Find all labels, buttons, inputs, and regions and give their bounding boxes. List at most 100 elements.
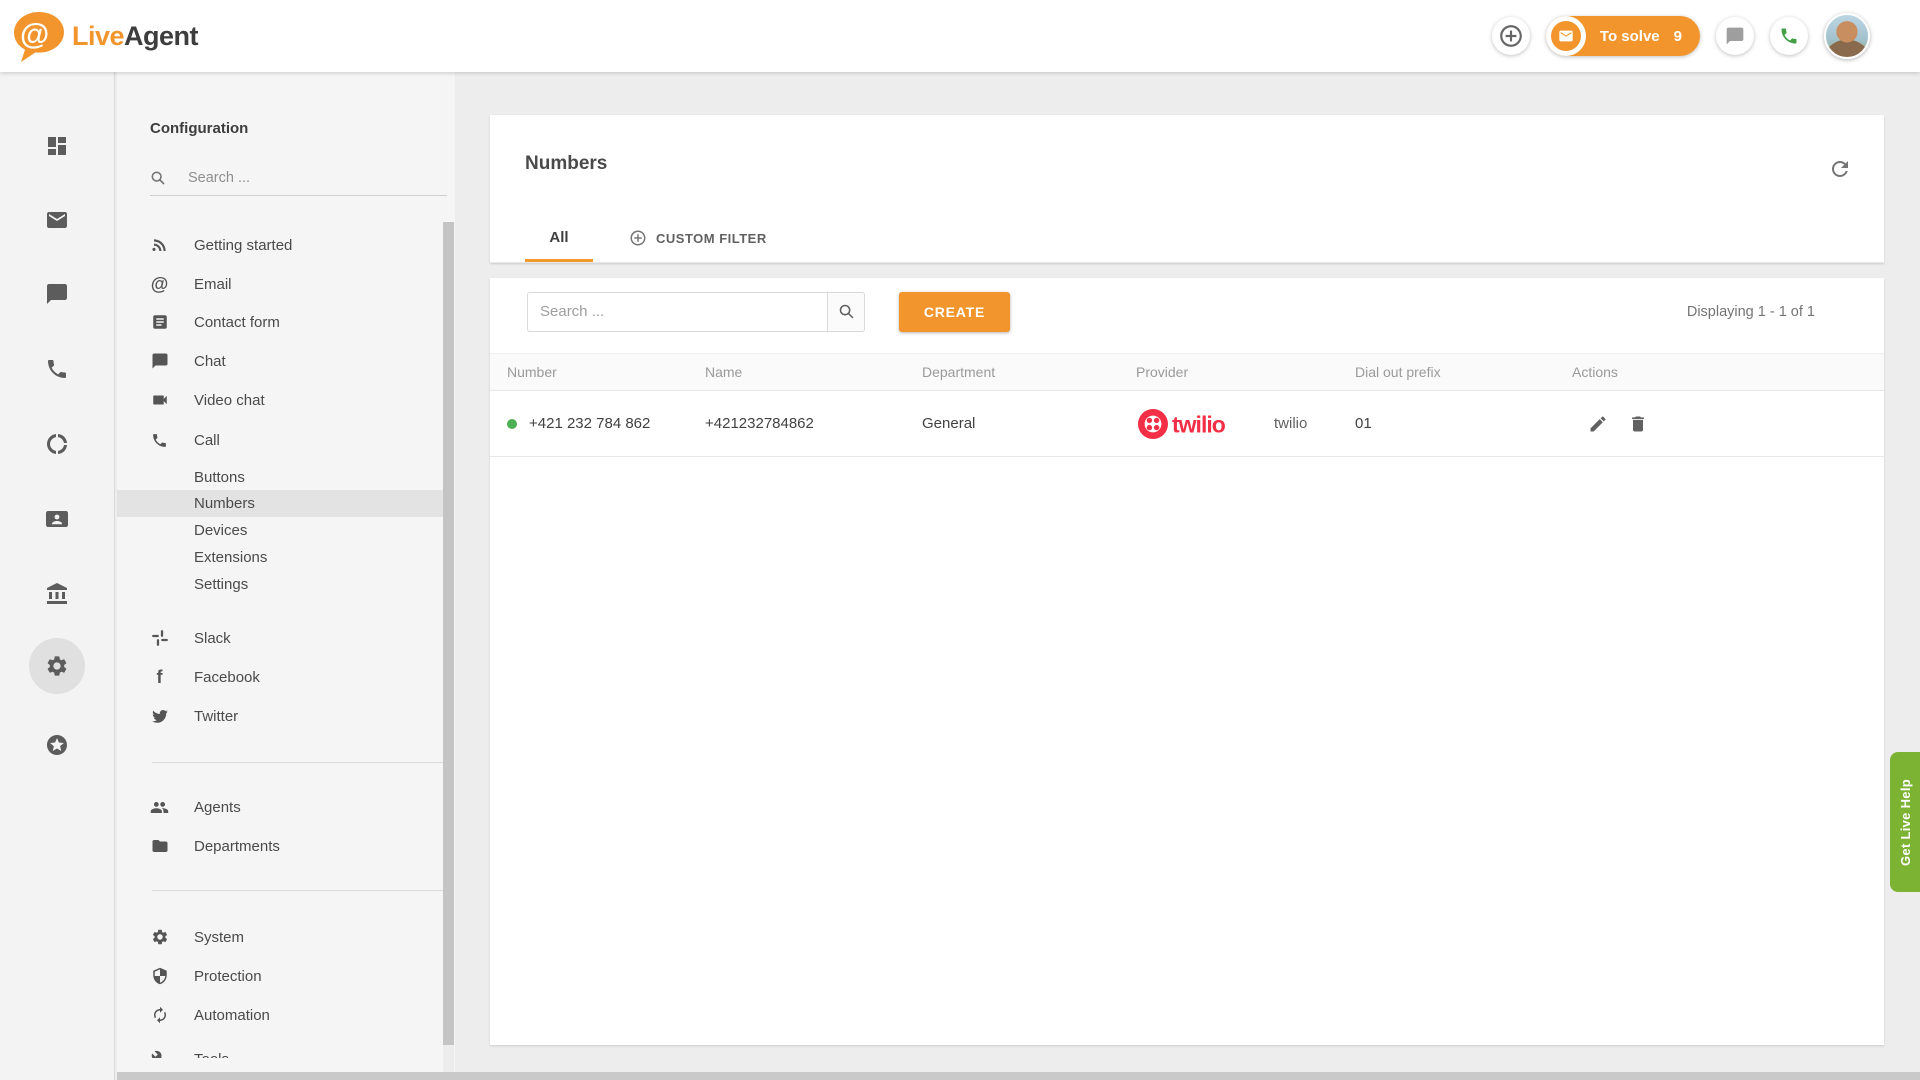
create-button[interactable]: CREATE <box>899 292 1010 332</box>
column-header-dial-out-prefix[interactable]: Dial out prefix <box>1355 364 1572 380</box>
rail-item-configuration[interactable] <box>0 642 114 690</box>
liveagent-logo[interactable]: @ LiveAgent <box>10 7 198 65</box>
sidebar-item-label: Contact form <box>194 314 280 331</box>
sidebar-item-label: Departments <box>194 838 280 855</box>
donut-chart-icon <box>45 432 69 456</box>
sidebar-item-departments[interactable]: Departments <box>117 827 443 865</box>
trash-icon <box>1628 414 1648 434</box>
sidebar-item-label: Twitter <box>194 708 238 725</box>
slack-icon <box>150 629 169 647</box>
phone-icon <box>45 357 69 381</box>
edit-button[interactable] <box>1588 414 1608 434</box>
twilio-wordmark: twilio <box>1172 411 1226 437</box>
rail-item-contacts[interactable] <box>0 495 114 543</box>
column-header-department[interactable]: Department <box>922 364 1136 380</box>
phone-icon <box>1779 26 1799 46</box>
sidebar-item-getting-started[interactable]: Getting started <box>117 226 443 264</box>
to-solve-button[interactable]: To solve 9 <box>1546 16 1700 56</box>
sidebar-item-label: Tools <box>194 1051 229 1059</box>
chat-icon <box>45 282 69 306</box>
column-header-name[interactable]: Name <box>705 364 922 380</box>
sidebar-item-twitter[interactable]: Twitter <box>117 697 443 735</box>
folder-icon <box>150 837 169 855</box>
brand-agent: Agent <box>124 21 198 51</box>
sidebar-item-email[interactable]: @ Email <box>117 265 443 303</box>
sidebar-item-label: Agents <box>194 799 241 816</box>
brand-live: Live <box>72 21 124 51</box>
email-icon <box>45 208 69 232</box>
sidebar-scrollbar-thumb[interactable] <box>443 222 454 1045</box>
rail-item-chats[interactable] <box>0 270 114 318</box>
tab-bar: All CUSTOM FILTER <box>525 217 773 263</box>
rail-item-gamification[interactable] <box>0 721 114 769</box>
sidebar-item-buttons[interactable]: Buttons <box>117 464 443 491</box>
phone-icon <box>150 432 169 449</box>
rail-item-reports[interactable] <box>0 420 114 468</box>
column-header-actions: Actions <box>1572 364 1884 380</box>
sidebar-item-slack[interactable]: Slack <box>117 619 443 657</box>
table-toolbar: CREATE Displaying 1 - 1 of 1 <box>527 291 1849 332</box>
sidebar-item-automation[interactable]: Automation <box>117 996 443 1034</box>
to-solve-count: 9 <box>1674 28 1682 45</box>
bank-icon <box>45 582 69 606</box>
sidebar-item-system[interactable]: System <box>117 918 443 956</box>
table-search-input[interactable] <box>527 292 827 332</box>
provider-name: twilio <box>1274 415 1307 432</box>
actions-cell <box>1572 414 1884 434</box>
rail-item-dashboard[interactable] <box>0 122 114 170</box>
sidebar-item-label: Extensions <box>194 549 267 566</box>
calls-button[interactable] <box>1770 17 1808 55</box>
videocam-icon <box>150 391 169 409</box>
table-search <box>527 292 865 332</box>
sidebar-item-devices[interactable]: Devices <box>117 517 443 544</box>
chats-button[interactable] <box>1716 17 1754 55</box>
tab-divider <box>490 262 1884 263</box>
sidebar-divider <box>152 890 447 891</box>
delete-button[interactable] <box>1628 414 1648 434</box>
column-header-number[interactable]: Number <box>490 364 705 380</box>
user-avatar[interactable] <box>1824 13 1870 59</box>
tab-custom-filter[interactable]: CUSTOM FILTER <box>623 217 773 263</box>
status-online-dot <box>507 419 517 429</box>
get-live-help-tab[interactable]: Get Live Help <box>1890 752 1920 892</box>
pagination-status: Displaying 1 - 1 of 1 <box>1687 304 1815 320</box>
sidebar-item-chat[interactable]: Chat <box>117 342 443 380</box>
sidebar-item-contact-form[interactable]: Contact form <box>117 303 443 341</box>
sidebar-item-facebook[interactable]: f Facebook <box>117 658 443 696</box>
number-cell: +421 232 784 862 <box>490 415 705 432</box>
table-row[interactable]: +421 232 784 862 +421232784862 General t… <box>490 391 1884 457</box>
sidebar-item-protection[interactable]: Protection <box>117 957 443 995</box>
rail-item-calls[interactable] <box>0 345 114 393</box>
pencil-icon <box>1588 414 1608 434</box>
rail-item-tickets[interactable] <box>0 196 114 244</box>
dashboard-icon <box>45 134 69 158</box>
shield-icon <box>150 967 169 985</box>
tab-all[interactable]: All <box>525 217 593 263</box>
page-title: Numbers <box>525 153 607 175</box>
sidebar-item-settings[interactable]: Settings <box>117 571 443 598</box>
sidebar-item-call[interactable]: Call <box>117 421 443 459</box>
add-new-button[interactable] <box>1492 17 1530 55</box>
refresh-button[interactable] <box>1828 157 1852 181</box>
rail-item-billing[interactable] <box>0 570 114 618</box>
sidebar-item-label: Settings <box>194 576 248 593</box>
sidebar-item-label: Numbers <box>194 495 255 512</box>
provider-cell: twilio twilio <box>1136 406 1355 442</box>
autorenew-icon <box>150 1006 169 1024</box>
icon-rail <box>0 72 115 1080</box>
table-search-button[interactable] <box>827 292 865 332</box>
sidebar-item-agents[interactable]: Agents <box>117 788 443 826</box>
sidebar-item-label: System <box>194 929 244 946</box>
numbers-panel-body: CREATE Displaying 1 - 1 of 1 Number Name… <box>490 278 1884 1045</box>
column-header-provider[interactable]: Provider <box>1136 364 1355 380</box>
top-header: @ LiveAgent To solve 9 <box>0 0 1920 72</box>
sidebar-item-extensions[interactable]: Extensions <box>117 544 443 571</box>
plus-circle-icon <box>1498 23 1524 49</box>
sidebar-item-tools[interactable]: Tools <box>117 1040 443 1058</box>
logo-at-glyph: @ <box>20 18 49 51</box>
horizontal-scrollbar[interactable] <box>117 1072 1920 1080</box>
sidebar-item-numbers[interactable]: Numbers <box>117 490 443 517</box>
twilio-logo: twilio <box>1136 406 1258 442</box>
sidebar-item-video-chat[interactable]: Video chat <box>117 381 443 419</box>
sidebar-item-label: Protection <box>194 968 262 985</box>
